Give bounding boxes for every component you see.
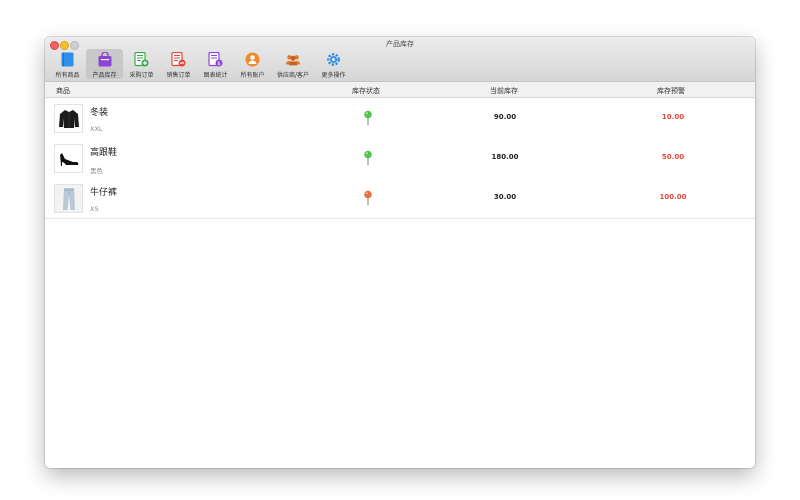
book-icon	[60, 52, 76, 67]
toolbar-label: 图表统计	[203, 72, 228, 79]
stock-warning-value: 100.00	[659, 193, 687, 201]
product-variant: XS	[90, 205, 99, 213]
toolbar-label: 所有账户	[240, 72, 265, 79]
toolbar: 所有商品 产品库存 采购订单 销售订单 $ 图表统计 所有账户 供应商/客户 更…	[49, 49, 352, 81]
high-heel-image	[59, 152, 78, 166]
column-header-status[interactable]: 库存状态	[352, 86, 380, 96]
toolbar-suppliers-customers[interactable]: 供应商/客户	[271, 49, 315, 79]
purchase-order-icon	[134, 52, 150, 67]
bag-icon	[97, 52, 113, 67]
toolbar-label: 销售订单	[166, 72, 191, 79]
jeans-image	[62, 187, 75, 210]
toolbar-product-stock[interactable]: 产品库存	[86, 49, 123, 79]
product-name: 冬装	[90, 108, 109, 118]
toolbar-label: 产品库存	[92, 72, 117, 79]
people-icon	[285, 52, 301, 67]
toolbar-label: 采购订单	[129, 72, 154, 79]
toolbar-sales-orders[interactable]: 销售订单	[160, 49, 197, 79]
stock-status-pin-icon	[364, 190, 372, 205]
toolbar-purchase-orders[interactable]: 采购订单	[123, 49, 160, 79]
table-row[interactable]: 高跟鞋 黑色 180.00 50.00	[45, 138, 755, 179]
column-header-current-stock[interactable]: 当前库存	[490, 86, 518, 96]
toolbar-label: 所有商品	[55, 72, 80, 79]
product-variant: XXL	[90, 125, 103, 133]
toolbar-more-actions[interactable]: 更多操作	[315, 49, 352, 79]
table-header: 商品 库存状态 当前库存 库存预警	[45, 82, 755, 98]
app-window: 产品库存 所有商品 产品库存 采购订单 销售订单 $ 图表统计 所有账户 供应商…	[45, 37, 755, 468]
chart-stats-icon: $	[208, 52, 224, 67]
product-thumbnail	[54, 184, 83, 213]
toolbar-label: 更多操作	[321, 72, 346, 79]
product-thumbnail	[54, 104, 83, 133]
table-row[interactable]: 冬装 XXL 90.00 10.00	[45, 98, 755, 139]
column-header-product[interactable]: 商品	[56, 86, 70, 96]
sales-order-icon	[171, 52, 187, 67]
title-bar: 产品库存 所有商品 产品库存 采购订单 销售订单 $ 图表统计 所有账户 供应商…	[45, 37, 755, 82]
svg-text:$: $	[217, 61, 220, 67]
toolbar-chart-stats[interactable]: $ 图表统计	[197, 49, 234, 79]
current-stock-value: 90.00	[493, 113, 517, 121]
toolbar-all-products[interactable]: 所有商品	[49, 49, 86, 79]
jacket-image	[58, 109, 79, 128]
table-row[interactable]: 牛仔裤 XS 30.00 100.00	[45, 178, 755, 219]
toolbar-all-accounts[interactable]: 所有账户	[234, 49, 271, 79]
stock-status-pin-icon	[364, 150, 372, 165]
product-name: 牛仔裤	[90, 188, 118, 198]
product-thumbnail	[54, 144, 83, 173]
column-header-stock-warning[interactable]: 库存预警	[657, 86, 685, 96]
current-stock-value: 30.00	[493, 193, 517, 201]
product-name: 高跟鞋	[90, 148, 118, 158]
gear-icon	[326, 52, 342, 67]
current-stock-value: 180.00	[491, 153, 519, 161]
window-title: 产品库存	[386, 40, 414, 48]
stock-status-pin-icon	[364, 110, 372, 125]
stock-warning-value: 50.00	[661, 153, 685, 161]
toolbar-label: 供应商/客户	[276, 72, 310, 79]
account-icon	[245, 52, 261, 67]
stock-warning-value: 10.00	[661, 113, 685, 121]
product-variant: 黑色	[90, 167, 103, 175]
